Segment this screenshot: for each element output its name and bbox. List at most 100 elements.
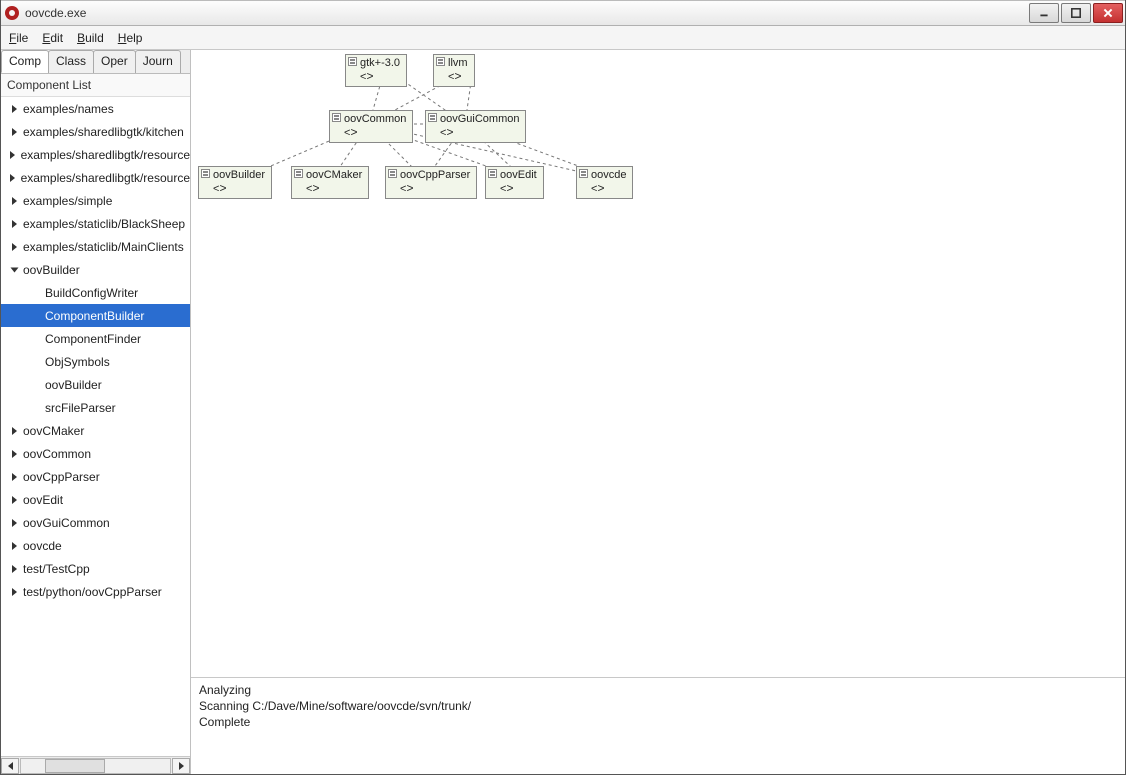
component-tree[interactable]: examples/names examples/sharedlibgtk/kitc… <box>1 97 190 756</box>
tree-item-label: ComponentBuilder <box>43 309 144 323</box>
chevron-right-icon[interactable] <box>7 243 21 251</box>
tree-item-label: BuildConfigWriter <box>43 286 138 300</box>
chevron-right-icon[interactable] <box>7 519 21 527</box>
tree-child-item[interactable]: srcFileParser <box>1 396 190 419</box>
chevron-right-icon[interactable] <box>7 450 21 458</box>
diagram-node-ocmk[interactable]: oovCMaker<> <box>291 166 369 199</box>
tree-child-item[interactable]: ObjSymbols <box>1 350 190 373</box>
component-icon <box>332 113 341 122</box>
tree-item[interactable]: oovBuilder <box>1 258 190 281</box>
tree-item-label: test/TestCpp <box>21 562 90 576</box>
chevron-right-icon[interactable] <box>7 588 21 596</box>
diagram-node-ocde[interactable]: oovcde<> <box>576 166 633 199</box>
tree-item-label: examples/sharedlibgtk/kitchen <box>21 125 184 139</box>
menu-edit[interactable]: Edit <box>42 31 63 45</box>
diagram-node-obld[interactable]: oovBuilder<> <box>198 166 272 199</box>
chevron-right-icon[interactable] <box>7 151 19 159</box>
tree-child-item[interactable]: ComponentFinder <box>1 327 190 350</box>
component-icon <box>436 57 445 66</box>
component-icon <box>294 169 303 178</box>
tree-item-label: examples/staticlib/BlackSheep <box>21 217 185 231</box>
diagram-node-oedt[interactable]: oovEdit<> <box>485 166 544 199</box>
tab-class[interactable]: Class <box>48 50 94 73</box>
tree-item-label: oovBuilder <box>21 263 80 277</box>
sidebar-hscrollbar[interactable] <box>1 756 190 774</box>
tree-item[interactable]: test/python/oovCppParser <box>1 580 190 603</box>
tree-item-label: examples/staticlib/MainClients <box>21 240 184 254</box>
tree-item[interactable]: oovEdit <box>1 488 190 511</box>
tree-item[interactable]: oovCppParser <box>1 465 190 488</box>
tree-item-label: oovEdit <box>21 493 63 507</box>
tree-item-label: examples/simple <box>21 194 112 208</box>
scroll-left-button[interactable] <box>1 758 19 774</box>
diagram-node-gtk[interactable]: gtk+-3.0<> <box>345 54 407 87</box>
chevron-right-icon[interactable] <box>7 220 21 228</box>
tab-journ[interactable]: Journ <box>135 50 181 73</box>
tree-item[interactable]: examples/staticlib/MainClients <box>1 235 190 258</box>
component-icon <box>428 113 437 122</box>
tree-item[interactable]: examples/sharedlibgtk/resource <box>1 166 190 189</box>
component-icon <box>201 169 210 178</box>
chevron-right-icon[interactable] <box>7 174 19 182</box>
window-title: oovcde.exe <box>25 6 1029 20</box>
close-button[interactable] <box>1093 3 1123 23</box>
tree-item-label: oovCppParser <box>21 470 100 484</box>
chevron-down-icon[interactable] <box>7 266 21 274</box>
tree-item[interactable]: oovGuiCommon <box>1 511 190 534</box>
component-icon <box>388 169 397 178</box>
tree-item-label: examples/sharedlibgtk/resource <box>19 171 190 185</box>
diagram-node-ocpp[interactable]: oovCppParser<> <box>385 166 477 199</box>
scroll-right-button[interactable] <box>172 758 190 774</box>
tree-item[interactable]: examples/sharedlibgtk/kitchen <box>1 120 190 143</box>
tree-item[interactable]: oovCMaker <box>1 419 190 442</box>
titlebar: oovcde.exe <box>1 0 1125 26</box>
tree-item-label: examples/sharedlibgtk/resource <box>19 148 190 162</box>
tree-item[interactable]: examples/simple <box>1 189 190 212</box>
tree-item-label: ComponentFinder <box>43 332 141 346</box>
tree-item[interactable]: examples/staticlib/BlackSheep <box>1 212 190 235</box>
maximize-button[interactable] <box>1061 3 1091 23</box>
diagram-node-llvm[interactable]: llvm<> <box>433 54 475 87</box>
tree-item[interactable]: examples/sharedlibgtk/resource <box>1 143 190 166</box>
chevron-right-icon[interactable] <box>7 565 21 573</box>
output-panel[interactable]: AnalyzingScanning C:/Dave/Mine/software/… <box>191 678 1125 774</box>
tree-child-item[interactable]: oovBuilder <box>1 373 190 396</box>
component-icon <box>348 57 357 66</box>
tree-item-label: srcFileParser <box>43 401 116 415</box>
menu-build[interactable]: Build <box>77 31 104 45</box>
tab-comp[interactable]: Comp <box>1 50 49 73</box>
tree-child-item[interactable]: ComponentBuilder <box>1 304 190 327</box>
diagram-node-ocmn[interactable]: oovCommon<> <box>329 110 413 143</box>
chevron-right-icon[interactable] <box>7 542 21 550</box>
tree-child-item[interactable]: BuildConfigWriter <box>1 281 190 304</box>
chevron-right-icon[interactable] <box>7 473 21 481</box>
tab-oper[interactable]: Oper <box>93 50 136 73</box>
menu-help[interactable]: Help <box>118 31 143 45</box>
tree-item[interactable]: examples/names <box>1 97 190 120</box>
scroll-thumb[interactable] <box>45 759 105 773</box>
chevron-right-icon[interactable] <box>7 197 21 205</box>
tree-item-label: oovcde <box>21 539 62 553</box>
diagram-edges <box>191 50 1125 677</box>
tree-item[interactable]: oovCommon <box>1 442 190 465</box>
tree-item[interactable]: test/TestCpp <box>1 557 190 580</box>
chevron-right-icon[interactable] <box>7 496 21 504</box>
output-line: Complete <box>199 714 1117 730</box>
chevron-right-icon[interactable] <box>7 128 21 136</box>
output-line: Scanning C:/Dave/Mine/software/oovcde/sv… <box>199 698 1117 714</box>
tree-item-label: oovBuilder <box>43 378 102 392</box>
diagram-canvas[interactable]: gtk+-3.0<> llvm<> oovCommon<> oovGuiCommon<… <box>191 50 1125 678</box>
scroll-track[interactable] <box>20 758 171 774</box>
component-list-header: Component List <box>1 74 190 97</box>
chevron-right-icon[interactable] <box>7 427 21 435</box>
minimize-button[interactable] <box>1029 3 1059 23</box>
diagram-node-ogcmn[interactable]: oovGuiCommon<> <box>425 110 526 143</box>
output-line: Analyzing <box>199 682 1117 698</box>
menu-file[interactable]: File <box>9 31 28 45</box>
tree-item[interactable]: oovcde <box>1 534 190 557</box>
component-icon <box>488 169 497 178</box>
app-icon <box>5 6 19 20</box>
tree-item-label: oovGuiCommon <box>21 516 110 530</box>
sidebar: CompClassOperJourn Component List exampl… <box>1 50 191 774</box>
chevron-right-icon[interactable] <box>7 105 21 113</box>
